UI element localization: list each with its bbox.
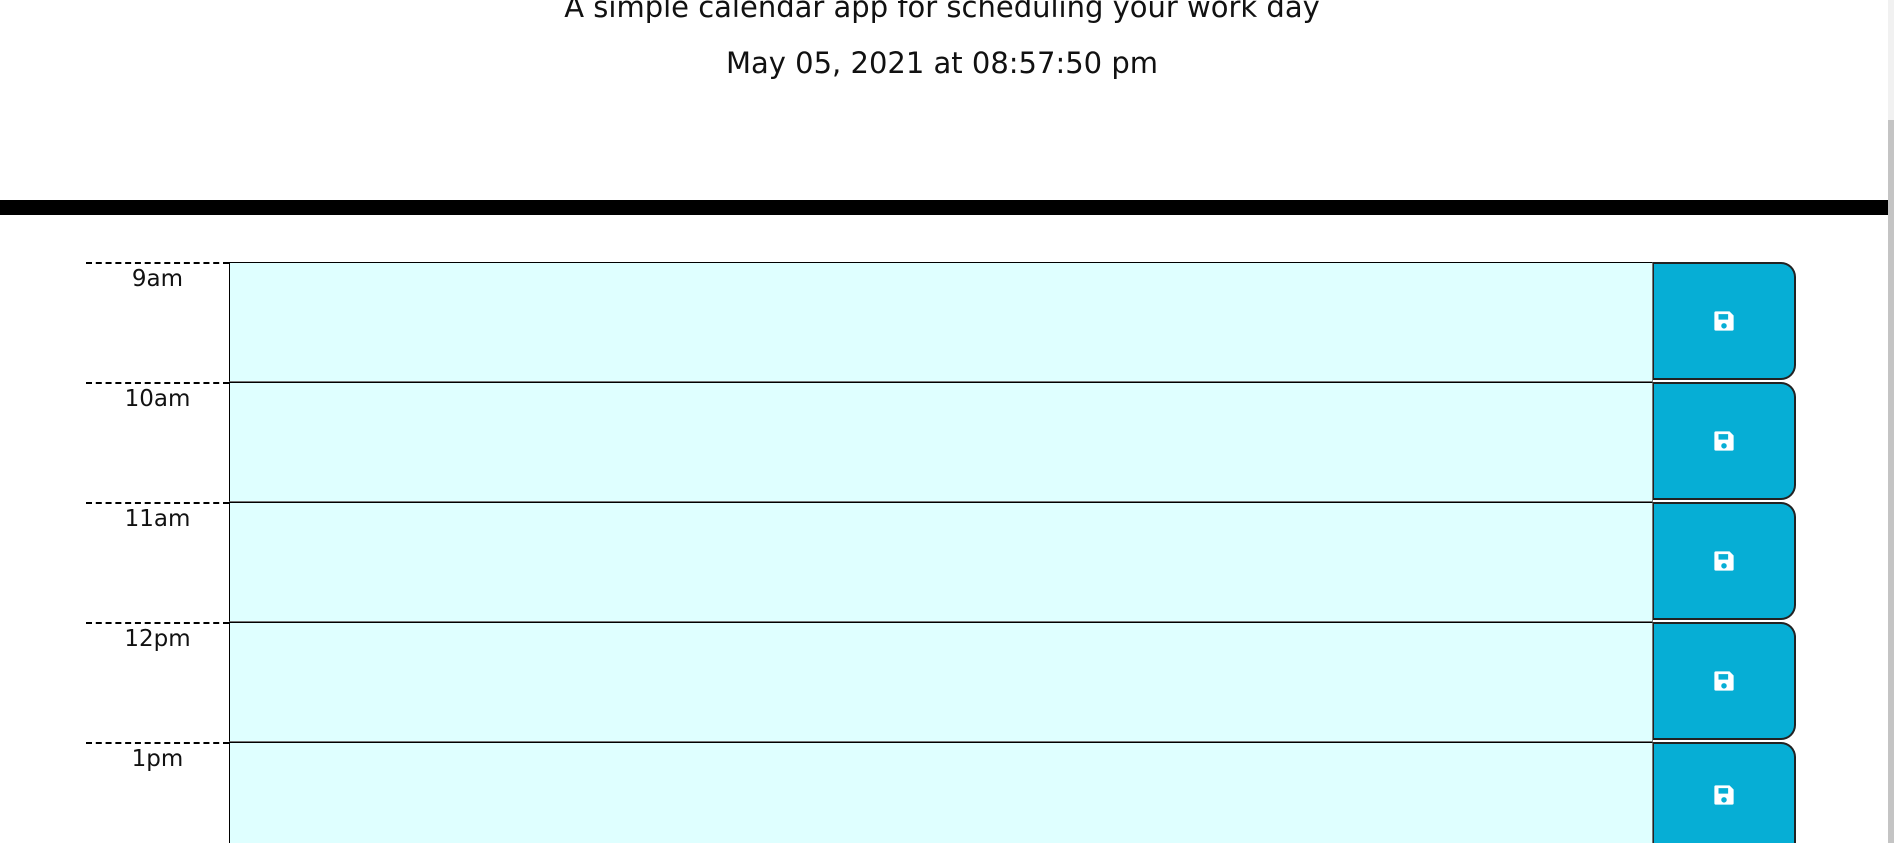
current-datetime: May 05, 2021 at 08:57:50 pm — [725, 46, 1158, 80]
save-button[interactable] — [1653, 622, 1796, 740]
timeblock-row: 1pm — [86, 742, 1796, 843]
save-icon — [1713, 670, 1735, 692]
task-input[interactable] — [229, 622, 1653, 742]
save-button[interactable] — [1653, 502, 1796, 620]
save-icon — [1713, 550, 1735, 572]
save-icon — [1713, 430, 1735, 452]
hour-label: 11am — [86, 502, 229, 622]
app-subtitle: A simple calendar app for scheduling you… — [564, 0, 1320, 24]
timeblock-row: 11am — [86, 502, 1796, 622]
task-input[interactable] — [229, 742, 1653, 843]
task-input[interactable] — [229, 382, 1653, 502]
scrollbar-thumb[interactable] — [1888, 120, 1894, 843]
save-icon — [1713, 310, 1735, 332]
hour-label: 9am — [86, 262, 229, 382]
hour-label: 1pm — [86, 742, 229, 843]
page-scrollbar[interactable] — [1888, 0, 1894, 843]
timeblock-row: 9am — [86, 262, 1796, 382]
timeblock-row: 12pm — [86, 622, 1796, 742]
header-divider — [0, 200, 1888, 215]
save-button[interactable] — [1653, 382, 1796, 500]
save-button[interactable] — [1653, 262, 1796, 380]
task-input[interactable] — [229, 262, 1653, 382]
save-button[interactable] — [1653, 742, 1796, 843]
task-input[interactable] — [229, 502, 1653, 622]
save-icon — [1713, 784, 1735, 806]
hour-label: 12pm — [86, 622, 229, 742]
hour-label: 10am — [86, 382, 229, 502]
timeblock-row: 10am — [86, 382, 1796, 502]
timeblock-list: 9am 10am 11am 12pm 1pm — [86, 262, 1796, 843]
